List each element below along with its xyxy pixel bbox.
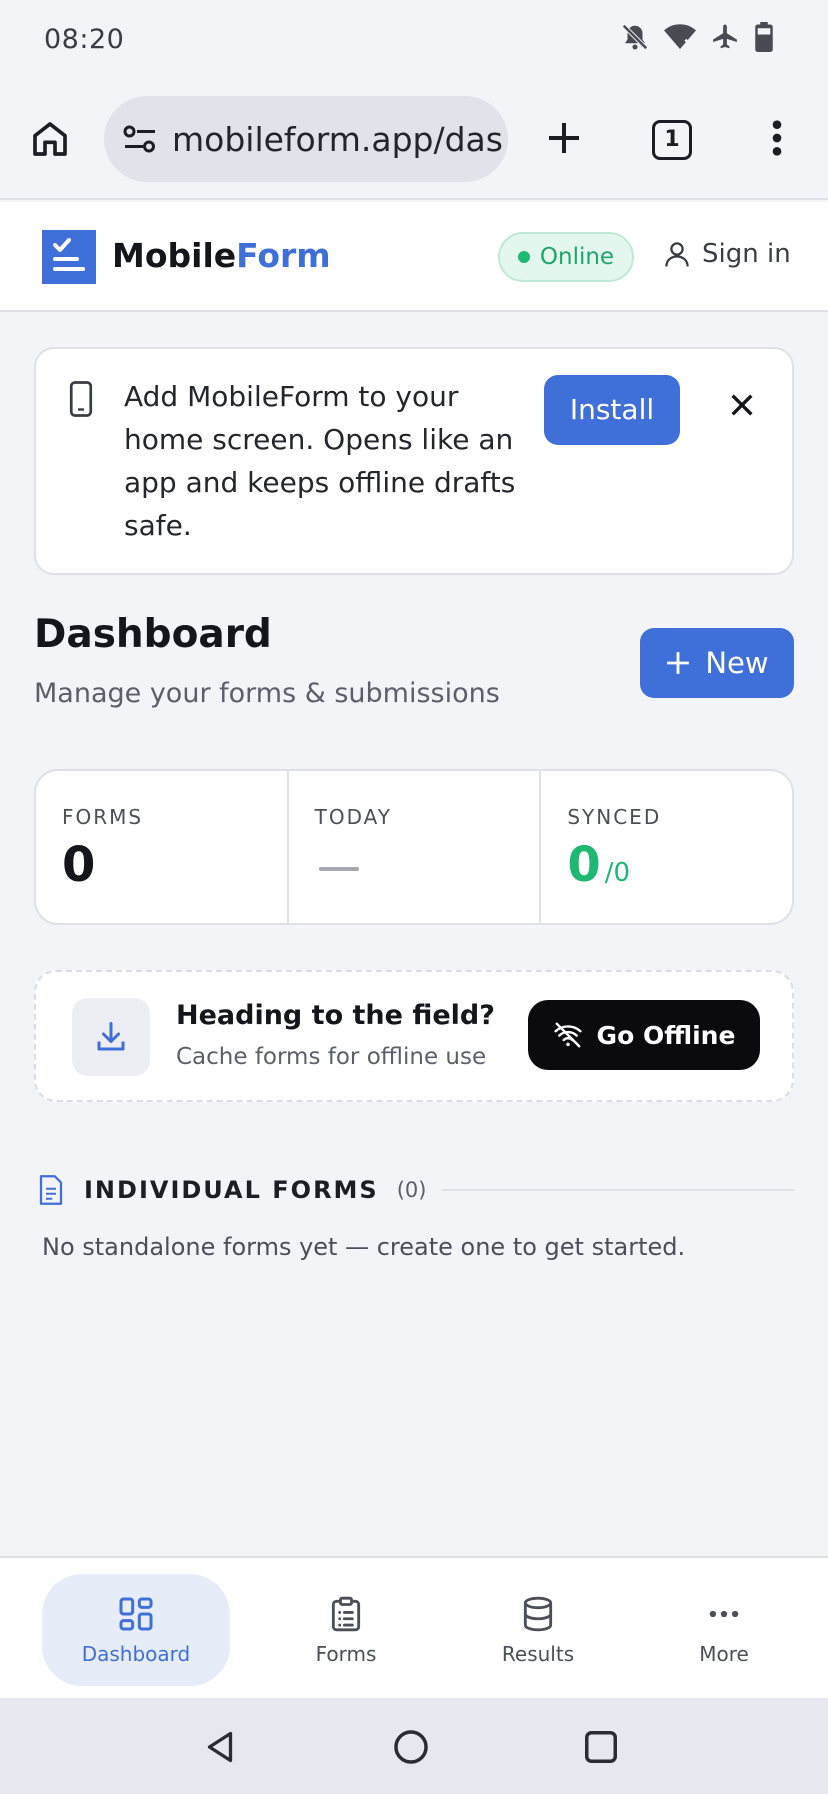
status-bar: 08:20	[0, 0, 828, 80]
online-dot-icon	[517, 251, 530, 263]
stat-today-label: TODAY	[314, 805, 393, 829]
home-icon	[33, 122, 67, 156]
browser-menu-button[interactable]	[770, 118, 784, 162]
nav-item-results[interactable]: Results	[448, 1574, 628, 1686]
nav-item-dashboard[interactable]: Dashboard	[42, 1574, 230, 1686]
more-dots-icon	[709, 1610, 739, 1618]
plus-icon	[667, 652, 690, 674]
nav-item-more[interactable]: More	[634, 1574, 814, 1686]
system-nav-bar	[0, 1698, 828, 1794]
phone-icon	[69, 381, 93, 417]
battery-icon	[755, 22, 773, 52]
clipboard-icon	[331, 1596, 361, 1632]
new-tab-button[interactable]	[544, 118, 584, 162]
nav-label-results: Results	[501, 1642, 575, 1666]
bell-off-icon	[622, 24, 648, 50]
nav-label-more: More	[699, 1642, 749, 1666]
system-home-button[interactable]	[392, 1728, 430, 1770]
offline-subtext: Cache forms for offline use	[176, 1044, 487, 1070]
close-icon	[731, 394, 753, 416]
empty-state-message: No standalone forms yet — create one to …	[42, 1233, 686, 1261]
install-button[interactable]: Install	[544, 375, 680, 445]
address-url[interactable]: mobileform.app/das	[172, 120, 503, 159]
app-header: MobileForm Online Sign in	[0, 202, 828, 312]
browser-toolbar: mobileform.app/das 1	[0, 80, 828, 200]
nav-label-forms: Forms	[315, 1642, 377, 1666]
wifi-off-icon	[553, 1022, 582, 1048]
offline-heading: Heading to the field?	[176, 1000, 495, 1031]
status-icons	[620, 22, 774, 52]
individual-forms-count: (0)	[396, 1178, 427, 1202]
address-bar[interactable]: mobileform.app/das	[104, 96, 508, 182]
grid-icon	[119, 1597, 153, 1631]
online-status-badge: Online	[498, 232, 634, 282]
sign-in-label: Sign in	[702, 239, 791, 269]
stat-forms-value: 0	[62, 837, 96, 893]
stat-synced-total: /0	[604, 858, 631, 888]
stat-forms-label: FORMS	[62, 805, 144, 829]
more-vertical-icon	[772, 120, 782, 156]
user-icon	[665, 242, 689, 267]
back-triangle-icon	[207, 1731, 233, 1763]
individual-forms-title: INDIVIDUAL FORMS	[84, 1176, 379, 1204]
browser-home-button[interactable]	[30, 118, 74, 162]
stat-synced-value-wrap: 0/0	[567, 837, 630, 893]
home-circle-icon	[394, 1730, 428, 1764]
system-recents-button[interactable]	[582, 1728, 620, 1770]
tab-switcher-button[interactable]: 1	[652, 120, 692, 160]
download-icon	[97, 1022, 125, 1051]
logo-icon	[42, 230, 96, 284]
nav-label-dashboard: Dashboard	[81, 1642, 191, 1666]
page-subtitle: Manage your forms & submissions	[34, 678, 500, 709]
site-settings-icon[interactable]	[122, 124, 158, 154]
section-divider	[442, 1189, 794, 1191]
database-icon	[523, 1596, 553, 1632]
go-offline-label: Go Offline	[596, 1020, 736, 1050]
go-offline-button[interactable]: Go Offline	[528, 1000, 760, 1070]
wifi-icon	[664, 24, 696, 49]
sign-in-button[interactable]: Sign in	[662, 238, 791, 270]
install-message: Add MobileForm to your home screen. Open…	[124, 380, 516, 542]
stat-synced-value: 0	[567, 837, 601, 893]
new-form-button[interactable]: New	[640, 628, 794, 698]
stat-forms: FORMS 0	[36, 771, 289, 923]
dismiss-install-button[interactable]	[726, 389, 758, 425]
system-back-button[interactable]	[202, 1728, 238, 1770]
recents-square-icon	[585, 1731, 617, 1763]
offline-card: Heading to the field? Cache forms for of…	[34, 970, 794, 1102]
new-form-label: New	[705, 646, 769, 680]
download-icon-box	[72, 998, 150, 1076]
document-icon	[39, 1175, 63, 1205]
stat-today: TODAY	[289, 771, 542, 923]
individual-forms-header: INDIVIDUAL FORMS (0)	[38, 1170, 794, 1210]
brand-name: MobileForm	[112, 236, 331, 275]
online-status-label: Online	[539, 244, 615, 270]
stat-today-empty-dash	[318, 867, 359, 871]
install-banner: Add MobileForm to your home screen. Open…	[34, 347, 794, 575]
stats-card: FORMS 0 TODAY SYNCED 0/0	[34, 769, 794, 925]
stat-synced: SYNCED 0/0	[541, 771, 792, 923]
brand-accent: Form	[236, 236, 331, 275]
brand-main: Mobile	[112, 236, 237, 275]
plus-icon	[549, 123, 579, 153]
stat-synced-label: SYNCED	[567, 805, 662, 829]
bottom-nav: Dashboard Forms Results More	[0, 1556, 828, 1698]
nav-item-forms[interactable]: Forms	[256, 1574, 436, 1686]
status-time: 08:20	[44, 24, 125, 55]
page-title: Dashboard	[34, 612, 272, 657]
airplane-icon	[713, 24, 737, 49]
